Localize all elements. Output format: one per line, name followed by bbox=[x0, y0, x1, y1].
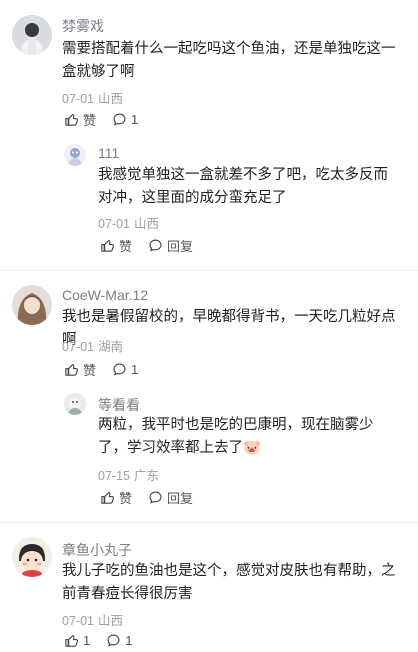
comment-meta: 07-01 山西 bbox=[62, 610, 123, 629]
reply-button[interactable]: 1 bbox=[112, 112, 138, 127]
like-count: 1 bbox=[83, 633, 91, 648]
reply-text-body: 两粒，我平时也是吃的巴康明，现在脑雾少了，学习效率都上去了 bbox=[98, 417, 374, 456]
comment-meta: 07-01 山西 bbox=[62, 88, 123, 107]
comment-bubble-icon bbox=[113, 113, 126, 126]
username[interactable]: CoeW-Mar.12 bbox=[62, 287, 148, 303]
like-button[interactable]: 1 bbox=[64, 633, 90, 648]
reply-button[interactable]: 1 bbox=[106, 633, 132, 648]
like-button[interactable]: 赞 bbox=[64, 360, 96, 379]
reply-label: 回复 bbox=[167, 239, 194, 254]
comment-bubble-icon bbox=[149, 491, 162, 504]
comment-date: 07-01 bbox=[62, 614, 94, 628]
reply-like-button[interactable]: 赞 bbox=[100, 488, 132, 507]
comment-bubble-icon bbox=[113, 363, 126, 376]
comment-bubble-icon bbox=[149, 239, 162, 252]
comment-location: 山西 bbox=[97, 614, 123, 628]
divider bbox=[0, 270, 418, 271]
reply-meta: 07-01 山西 bbox=[98, 213, 159, 232]
reply-text: 我感觉单独这一盒就差不多了吧，吃太多反而对冲，这里面的成分蛮充足了 bbox=[98, 167, 388, 206]
reply-count: 1 bbox=[131, 112, 139, 127]
avatar[interactable] bbox=[12, 285, 52, 325]
pig-emoji: 🐷 bbox=[243, 440, 262, 456]
like-label: 赞 bbox=[83, 113, 97, 128]
reply-location: 山西 bbox=[133, 217, 159, 231]
reply-reply-button[interactable]: 回复 bbox=[148, 488, 193, 507]
avatar[interactable] bbox=[12, 537, 52, 577]
thumbs-up-icon bbox=[65, 634, 79, 647]
reply-text: 两粒，我平时也是吃的巴康明，现在脑雾少了，学习效率都上去了🐷 bbox=[98, 414, 398, 460]
username[interactable]: 章鱼小丸子 bbox=[62, 540, 132, 560]
comment-date: 07-01 bbox=[62, 92, 94, 106]
comment-location: 山西 bbox=[97, 92, 123, 106]
comment-bubble-icon bbox=[107, 634, 120, 647]
reply-count: 1 bbox=[131, 362, 139, 377]
reply-date: 07-15 bbox=[98, 469, 130, 483]
thumbs-up-icon bbox=[101, 491, 115, 504]
reply-count: 1 bbox=[125, 633, 133, 648]
divider bbox=[0, 522, 418, 523]
comment-text: 我儿子吃的鱼油也是这个，感觉对皮肤也有帮助，之前青春痘长得很厉害 bbox=[62, 563, 396, 602]
reply-avatar[interactable] bbox=[64, 144, 86, 166]
thumbs-up-icon bbox=[65, 113, 79, 126]
thumbs-up-icon bbox=[65, 363, 79, 376]
comment-text: 需要搭配着什么一起吃吗这个鱼油，还是单独吃这一盒就够了啊 bbox=[62, 41, 396, 80]
reply-username[interactable]: 111 bbox=[98, 145, 119, 161]
like-label: 赞 bbox=[83, 363, 97, 378]
like-label: 赞 bbox=[119, 491, 133, 506]
reply-label: 回复 bbox=[167, 491, 194, 506]
username[interactable]: 棼雾戏 bbox=[62, 16, 104, 36]
reply-date: 07-01 bbox=[98, 217, 130, 231]
reply-avatar[interactable] bbox=[64, 393, 86, 415]
like-label: 赞 bbox=[119, 239, 133, 254]
comment-meta: 07-01 湖南 bbox=[62, 336, 123, 355]
comment-location: 湖南 bbox=[97, 340, 123, 354]
reply-username[interactable]: 等看看 bbox=[98, 395, 140, 415]
reply-reply-button[interactable]: 回复 bbox=[148, 236, 193, 255]
thumbs-up-icon bbox=[101, 239, 115, 252]
reply-like-button[interactable]: 赞 bbox=[100, 236, 132, 255]
like-button[interactable]: 赞 bbox=[64, 110, 96, 129]
reply-button[interactable]: 1 bbox=[112, 362, 138, 377]
avatar[interactable] bbox=[12, 15, 52, 55]
reply-location: 广东 bbox=[133, 469, 159, 483]
comment-date: 07-01 bbox=[62, 340, 94, 354]
reply-meta: 07-15 广东 bbox=[98, 465, 159, 484]
